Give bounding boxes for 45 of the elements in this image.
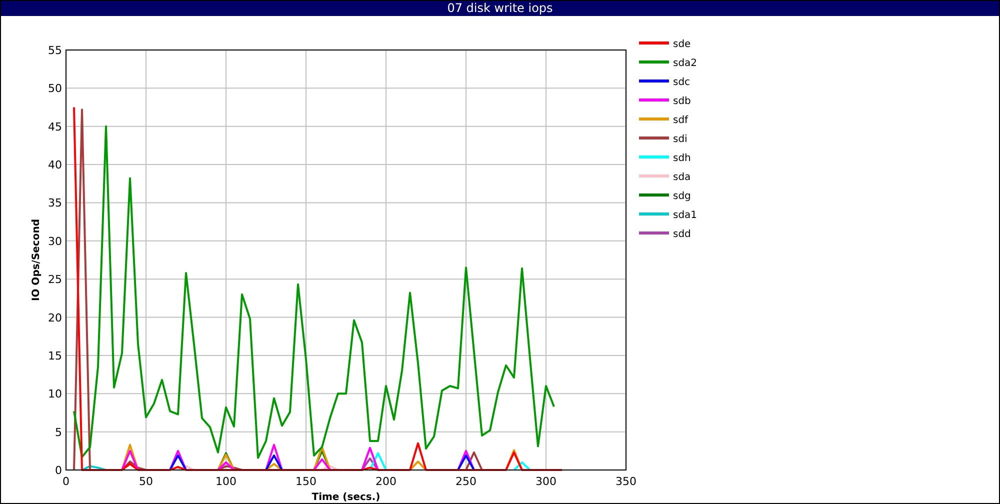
legend-swatch (639, 212, 669, 216)
y-tick-label: 25 (48, 273, 62, 286)
y-tick-label: 40 (48, 158, 62, 172)
legend-label: sdc (673, 77, 690, 88)
y-tick-label: 20 (48, 311, 62, 324)
legend-swatch (639, 174, 669, 178)
legend-swatch (639, 232, 669, 234)
x-tick-label: 0 (62, 475, 70, 488)
y-tick-label: 55 (48, 44, 62, 57)
legend-swatch (639, 136, 669, 140)
legend-label: sda2 (673, 58, 698, 69)
y-tick-label: 50 (48, 82, 62, 96)
legend-swatch (639, 60, 669, 64)
y-tick-label: 5 (55, 426, 62, 439)
legend-label: sdf (673, 115, 688, 126)
legend-swatch (639, 98, 669, 102)
y-tick-label: 30 (48, 234, 62, 248)
legend-label: sda (673, 172, 691, 183)
legend-label: sdg (673, 191, 691, 202)
legend-swatch (639, 118, 669, 120)
legend-label: sdi (673, 134, 688, 145)
y-tick-label: 15 (48, 349, 62, 362)
x-axis-title: Time (secs.) (312, 492, 380, 503)
legend-label: sde (673, 39, 691, 50)
y-tick-label: 0 (55, 464, 62, 477)
window-title: 07 disk write iops (1, 1, 999, 16)
legend-label: sdb (673, 96, 691, 107)
y-axis-title: IO Ops/Second (31, 218, 42, 302)
x-tick-label: 350 (616, 475, 636, 488)
y-tick-label: 45 (48, 120, 62, 134)
x-tick-label: 200 (376, 475, 396, 488)
x-tick-label: 300 (536, 475, 556, 488)
legend-swatch (639, 80, 669, 82)
y-tick-label: 10 (48, 388, 62, 401)
legend-swatch (639, 156, 669, 158)
x-tick-label: 100 (216, 475, 236, 488)
legend-label: sda1 (673, 210, 698, 221)
x-tick-label: 250 (456, 475, 476, 488)
y-tick-label: 35 (48, 196, 62, 210)
legend-swatch (639, 194, 669, 196)
x-tick-label: 50 (139, 475, 153, 488)
legend-label: sdd (673, 229, 691, 240)
legend-label: sdh (673, 153, 691, 164)
x-tick-label: 150 (296, 475, 316, 488)
legend-swatch (639, 42, 669, 44)
